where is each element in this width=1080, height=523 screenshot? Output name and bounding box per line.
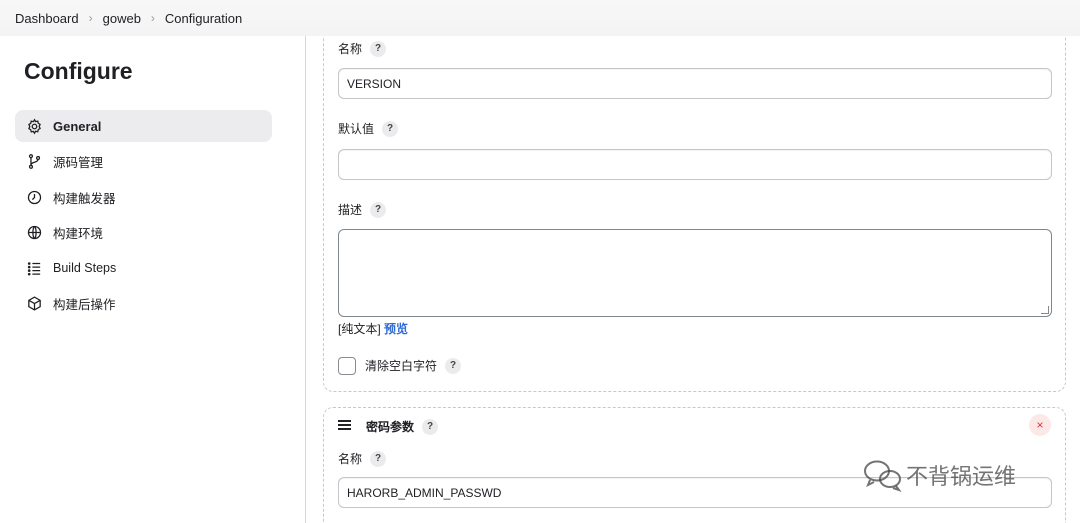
sidebar-item-label: Build Steps	[53, 261, 117, 276]
page-title: Configure	[24, 58, 133, 84]
default-value-input[interactable]	[338, 149, 1052, 180]
help-icon[interactable]: ?	[445, 357, 462, 374]
help-icon[interactable]: ?	[370, 201, 387, 218]
name-input[interactable]: VERSION	[338, 68, 1052, 99]
preview-link[interactable]: 预览	[384, 322, 408, 336]
sidebar-item-scm[interactable]: 源码管理	[15, 146, 272, 178]
sidebar-item-build-steps[interactable]: Build Steps	[15, 252, 272, 284]
resize-handle-icon[interactable]	[1041, 306, 1049, 314]
description-label-text: 描述	[338, 203, 363, 217]
name-label: 名称 ?	[338, 40, 387, 57]
sidebar-item-label: 构建环境	[53, 227, 104, 242]
main-content: 名称 ? VERSION 默认值 ? 描述 ? [纯文本] 预览 清除空白字符 …	[306, 36, 1080, 523]
sidebar-item-label: 源码管理	[53, 156, 104, 171]
description-label: 描述 ?	[338, 201, 387, 218]
breadcrumb-goweb[interactable]: goweb	[103, 11, 141, 26]
sidebar-item-label: General	[53, 118, 102, 134]
plain-text-label: [纯文本]	[338, 322, 381, 336]
close-icon[interactable]: ×	[1029, 414, 1051, 436]
default-value-label: 默认值 ?	[338, 120, 399, 137]
globe-icon	[25, 224, 43, 242]
trim-label-text: 清除空白字符	[365, 359, 438, 373]
breadcrumb: Dashboard › goweb › Configuration	[0, 0, 1080, 36]
trim-checkbox[interactable]	[338, 357, 356, 375]
breadcrumb-dashboard[interactable]: Dashboard	[15, 11, 79, 26]
sidebar-item-general[interactable]: General	[15, 110, 272, 142]
watermark-text: 不背锅运维	[906, 464, 1017, 489]
description-textarea[interactable]	[338, 229, 1052, 317]
sidebar-item-triggers[interactable]: 构建触发器	[15, 181, 272, 213]
string-parameter-card: 名称 ? VERSION 默认值 ? 描述 ? [纯文本] 预览 清除空白字符 …	[323, 36, 1066, 392]
help-icon[interactable]: ?	[422, 418, 439, 435]
sidebar-item-post-build[interactable]: 构建后操作	[15, 288, 272, 320]
help-icon[interactable]: ?	[382, 120, 399, 137]
trim-label: 清除空白字符 ?	[365, 357, 462, 374]
name-label-text: 名称	[338, 42, 363, 56]
name-label-text: 名称	[338, 452, 363, 466]
cube-icon	[25, 295, 43, 313]
breadcrumb-configuration[interactable]: Configuration	[165, 11, 242, 26]
drag-handle-icon[interactable]	[338, 420, 351, 430]
sidebar-item-label: 构建触发器	[53, 191, 116, 206]
wechat-icon	[864, 460, 902, 492]
branch-icon	[25, 153, 43, 171]
chevron-right-icon: ›	[150, 11, 155, 25]
clock-icon	[25, 188, 43, 206]
sidebar: Configure General 源码管理 构建触发器 构建环境 Build …	[0, 36, 305, 523]
help-icon[interactable]: ?	[370, 450, 387, 467]
default-value-label-text: 默认值	[338, 122, 375, 136]
list-icon	[25, 259, 43, 277]
help-icon[interactable]: ?	[370, 40, 387, 57]
section-title-text: 密码参数	[366, 420, 415, 434]
sidebar-item-label: 构建后操作	[53, 298, 116, 313]
watermark: 不背锅运维	[862, 458, 1016, 492]
format-note: [纯文本] 预览	[338, 320, 408, 337]
sidebar-nav: General 源码管理 构建触发器 构建环境 Build Steps 构建后操…	[15, 110, 272, 324]
gear-icon	[25, 117, 43, 135]
sidebar-item-environment[interactable]: 构建环境	[15, 217, 272, 249]
section-title: 密码参数 ?	[366, 418, 439, 435]
chevron-right-icon: ›	[88, 11, 93, 25]
name-label: 名称 ?	[338, 450, 387, 467]
